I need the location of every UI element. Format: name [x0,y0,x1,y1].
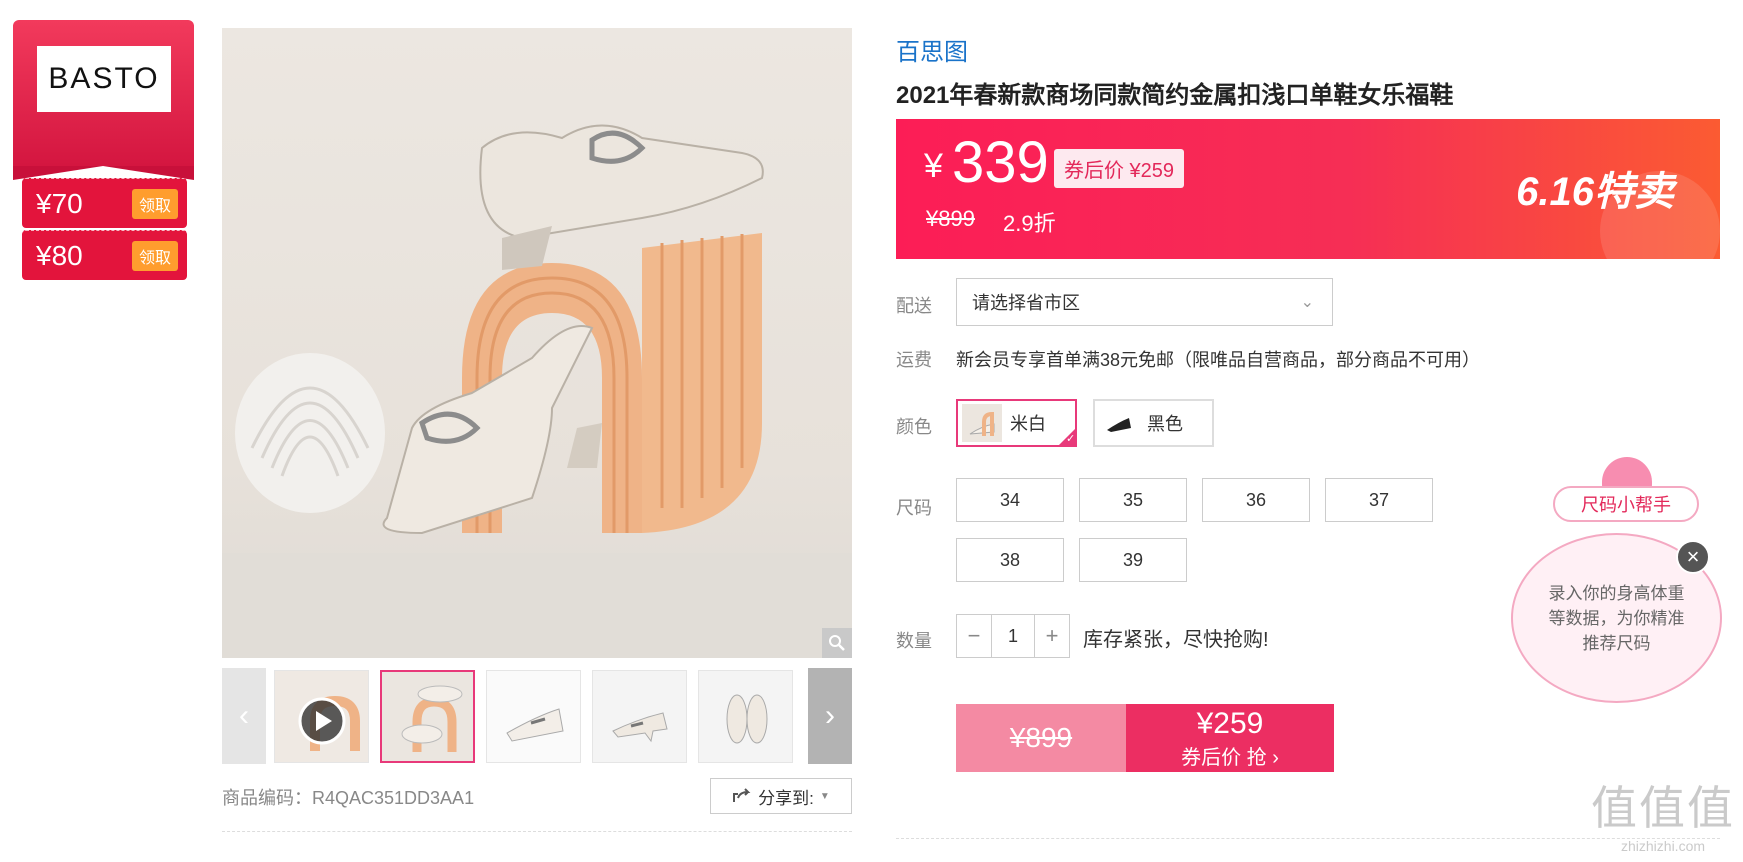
thumb-next-button[interactable]: › [808,668,852,764]
thumbnail-1[interactable] [380,670,475,763]
coupon-70[interactable]: ¥70 领取 [22,178,187,228]
buy-coupon-label: 券后价 抢 › [1181,746,1279,769]
check-icon [1057,427,1077,447]
chevron-down-icon: ⌄ [1300,294,1314,311]
divider [222,831,852,832]
color-label: 颜色 [896,417,932,437]
thumbnail-4[interactable] [698,670,793,763]
brand-logo[interactable]: BASTO [37,46,171,112]
thumbnail-video[interactable] [274,670,369,763]
coupon-80[interactable]: ¥80 领取 [22,230,187,280]
coupon-value: ¥80 [36,239,83,271]
brand-ribbon: BASTO [13,20,194,180]
delivery-label: 配送 [896,296,932,316]
quantity-label: 数量 [896,631,932,651]
currency-symbol: ¥ [924,147,943,185]
watermark-sub: zhizhizhi.com [1620,838,1706,854]
current-price: 339 [952,130,1049,195]
shipping-label: 运费 [896,350,932,370]
coupon-price-tag: 券后价 ¥259 [1054,149,1185,188]
size-option[interactable]: 37 [1325,478,1433,522]
stock-warning: 库存紧张，尽快抢购! [1083,629,1269,651]
thumbnail-2[interactable] [486,670,581,763]
chevron-down-icon: ▼ [819,790,830,802]
original-price: ¥899 [926,206,975,231]
size-option[interactable]: 38 [956,538,1064,582]
swatch-black-image [1099,404,1139,442]
buy-button[interactable]: ¥899 ¥259 券后价 抢 › [956,704,1334,772]
region-select[interactable]: 请选择省市区 ⌄ [956,278,1333,326]
price-banner: ¥ 339 券后价 ¥259 ¥899 2.9折 6.16特卖 [896,119,1720,259]
thumbnail-3[interactable] [592,670,687,763]
size-label: 尺码 [896,498,932,518]
brand-link[interactable]: 百思图 [896,32,968,67]
swatch-offwhite-image [962,404,1002,442]
discount-rate: 2.9折 [1003,211,1056,236]
size-option[interactable]: 36 [1202,478,1310,522]
coupon-claim-button[interactable]: 领取 [132,188,179,219]
quantity-minus-button[interactable]: − [957,615,991,657]
size-helper-button[interactable]: 尺码小帮手 [1553,486,1699,522]
quantity-stepper: − 1 + [956,614,1070,658]
size-option[interactable]: 39 [1079,538,1187,582]
coupon-claim-button[interactable]: 领取 [132,240,179,271]
quantity-input[interactable]: 1 [991,615,1035,657]
thumbnail-strip: ‹ › [222,668,852,764]
share-button[interactable]: 分享到: ▼ [710,778,852,814]
color-option-label: 黑色 [1147,414,1183,434]
size-option[interactable]: 34 [956,478,1064,522]
color-option-black[interactable]: 黑色 [1093,399,1214,447]
share-label: 分享到: [758,788,814,808]
sku-code: 商品编码：R4QAC351DD3AA1 [222,788,475,808]
buy-coupon-area: ¥259 券后价 抢 › [1126,704,1334,772]
close-icon[interactable]: × [1676,540,1710,574]
size-option[interactable]: 35 [1079,478,1187,522]
main-product-image[interactable] [222,28,852,658]
buy-coupon-price: ¥259 [1196,706,1264,740]
promo-badge: 6.16特卖 [1516,170,1674,214]
product-photo [222,124,852,658]
color-option-label: 米白 [1010,414,1046,434]
product-title: 2021年春新款商场同款简约金属扣浅口单鞋女乐福鞋 [896,82,1454,109]
size-helper-tip: 录入你的身高体重等数据，为你精准推荐尺码 [1548,583,1685,653]
zoom-icon[interactable] [822,628,852,658]
share-icon [733,788,751,802]
region-placeholder: 请选择省市区 [972,293,1080,313]
thumb-prev-button[interactable]: ‹ [222,668,266,764]
quantity-plus-button[interactable]: + [1035,615,1069,657]
watermark-main: 值值值 [1591,782,1735,834]
buy-original-price: ¥899 [956,704,1126,772]
shipping-text: 新会员专享首单满38元免邮（限唯品自营商品，部分商品不可用） [956,350,1481,370]
coupon-value: ¥70 [36,187,83,219]
color-option-offwhite[interactable]: 米白 [956,399,1077,447]
watermark: 值值值 zhizhizhi.com [1591,772,1735,854]
